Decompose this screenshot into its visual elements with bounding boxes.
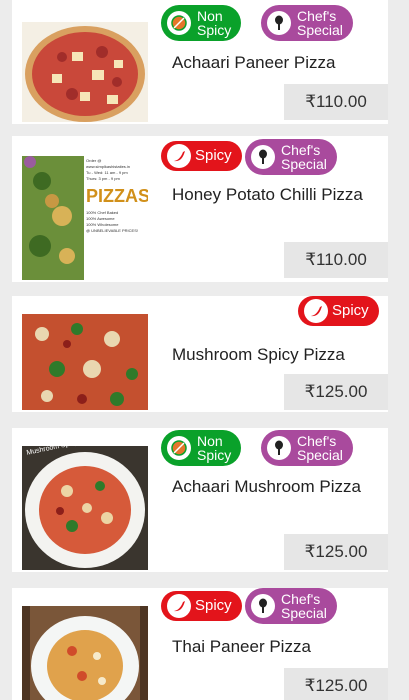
chef-spoon-icon bbox=[267, 436, 291, 460]
chefs-special-badge: Chef's Special bbox=[245, 588, 337, 624]
badge-label: Spicy bbox=[195, 597, 232, 614]
poster-text: Order @ www.simplkashistaties.in Tu - We… bbox=[86, 158, 148, 234]
poster-title: PIZZAS bbox=[86, 186, 148, 206]
item-price: ₹110.00 bbox=[284, 242, 388, 278]
pizza-image bbox=[22, 314, 148, 410]
chef-spoon-icon bbox=[267, 11, 291, 35]
badge-line: Special bbox=[297, 447, 343, 463]
non-spicy-badge: Non Spicy bbox=[161, 5, 242, 41]
pizza-image bbox=[22, 606, 148, 700]
menu-item-card[interactable]: Achaari Paneer Pizza ₹110.00 Non Spicy Ch… bbox=[12, 0, 388, 124]
badge-label: Spicy bbox=[195, 147, 232, 164]
chilli-icon bbox=[167, 594, 191, 618]
menu-item-card[interactable]: Order @ www.simplkashistaties.in Tu - We… bbox=[12, 136, 388, 282]
item-name: Thai Paneer Pizza bbox=[172, 637, 311, 656]
pizza-photo bbox=[22, 314, 148, 410]
item-name: Achaari Mushroom Pizza bbox=[172, 477, 361, 496]
item-name: Mushroom Spicy Pizza bbox=[172, 345, 345, 364]
pizza-image bbox=[22, 446, 148, 570]
menu-item-card[interactable]: Mushroom Spicy Pizza Achaari Mushroom Pi… bbox=[12, 428, 388, 572]
item-price: ₹125.00 bbox=[284, 374, 388, 410]
pizza-image bbox=[25, 26, 145, 122]
no-chilli-icon bbox=[167, 436, 191, 460]
item-name: Honey Potato Chilli Pizza bbox=[172, 185, 363, 204]
chefs-special-badge: Chef's Special bbox=[261, 430, 353, 466]
spicy-badge: Spicy bbox=[161, 591, 242, 621]
chef-spoon-icon bbox=[251, 594, 275, 618]
menu-item-card[interactable]: Thai Paneer Pizza ₹125.00 Spicy Chef's Sp… bbox=[12, 588, 388, 700]
item-name: Achaari Paneer Pizza bbox=[172, 53, 336, 72]
no-chilli-icon bbox=[167, 11, 191, 35]
badge-label: Spicy bbox=[332, 302, 369, 319]
badge-line: Spicy bbox=[197, 22, 232, 38]
badge-line: Spicy bbox=[197, 447, 232, 463]
pizza-photo bbox=[22, 606, 148, 700]
pizza-poster: Order @ www.simplkashistaties.in Tu - We… bbox=[22, 156, 148, 280]
item-price: ₹125.00 bbox=[284, 534, 388, 570]
chefs-special-badge: Chef's Special bbox=[261, 5, 353, 41]
item-price: ₹125.00 bbox=[284, 668, 388, 700]
chefs-special-badge: Chef's Special bbox=[245, 139, 337, 175]
chef-spoon-icon bbox=[251, 145, 275, 169]
item-price: ₹110.00 bbox=[284, 84, 388, 120]
chilli-icon bbox=[167, 144, 191, 168]
non-spicy-badge: Non Spicy bbox=[161, 430, 242, 466]
poster-line: @ UNBELIEVABLE PRICES! bbox=[86, 228, 139, 233]
pizza-photo: Mushroom Spicy Pizza bbox=[22, 446, 148, 570]
badge-line: Special bbox=[281, 156, 327, 172]
menu-item-card[interactable]: Mushroom Spicy Pizza ₹125.00 Spicy bbox=[12, 296, 388, 412]
spicy-badge: Spicy bbox=[161, 141, 242, 171]
pizza-photo bbox=[22, 22, 148, 122]
chilli-icon bbox=[304, 299, 328, 323]
spicy-badge: Spicy bbox=[298, 296, 379, 326]
badge-line: Special bbox=[297, 22, 343, 38]
badge-line: Special bbox=[281, 605, 327, 621]
